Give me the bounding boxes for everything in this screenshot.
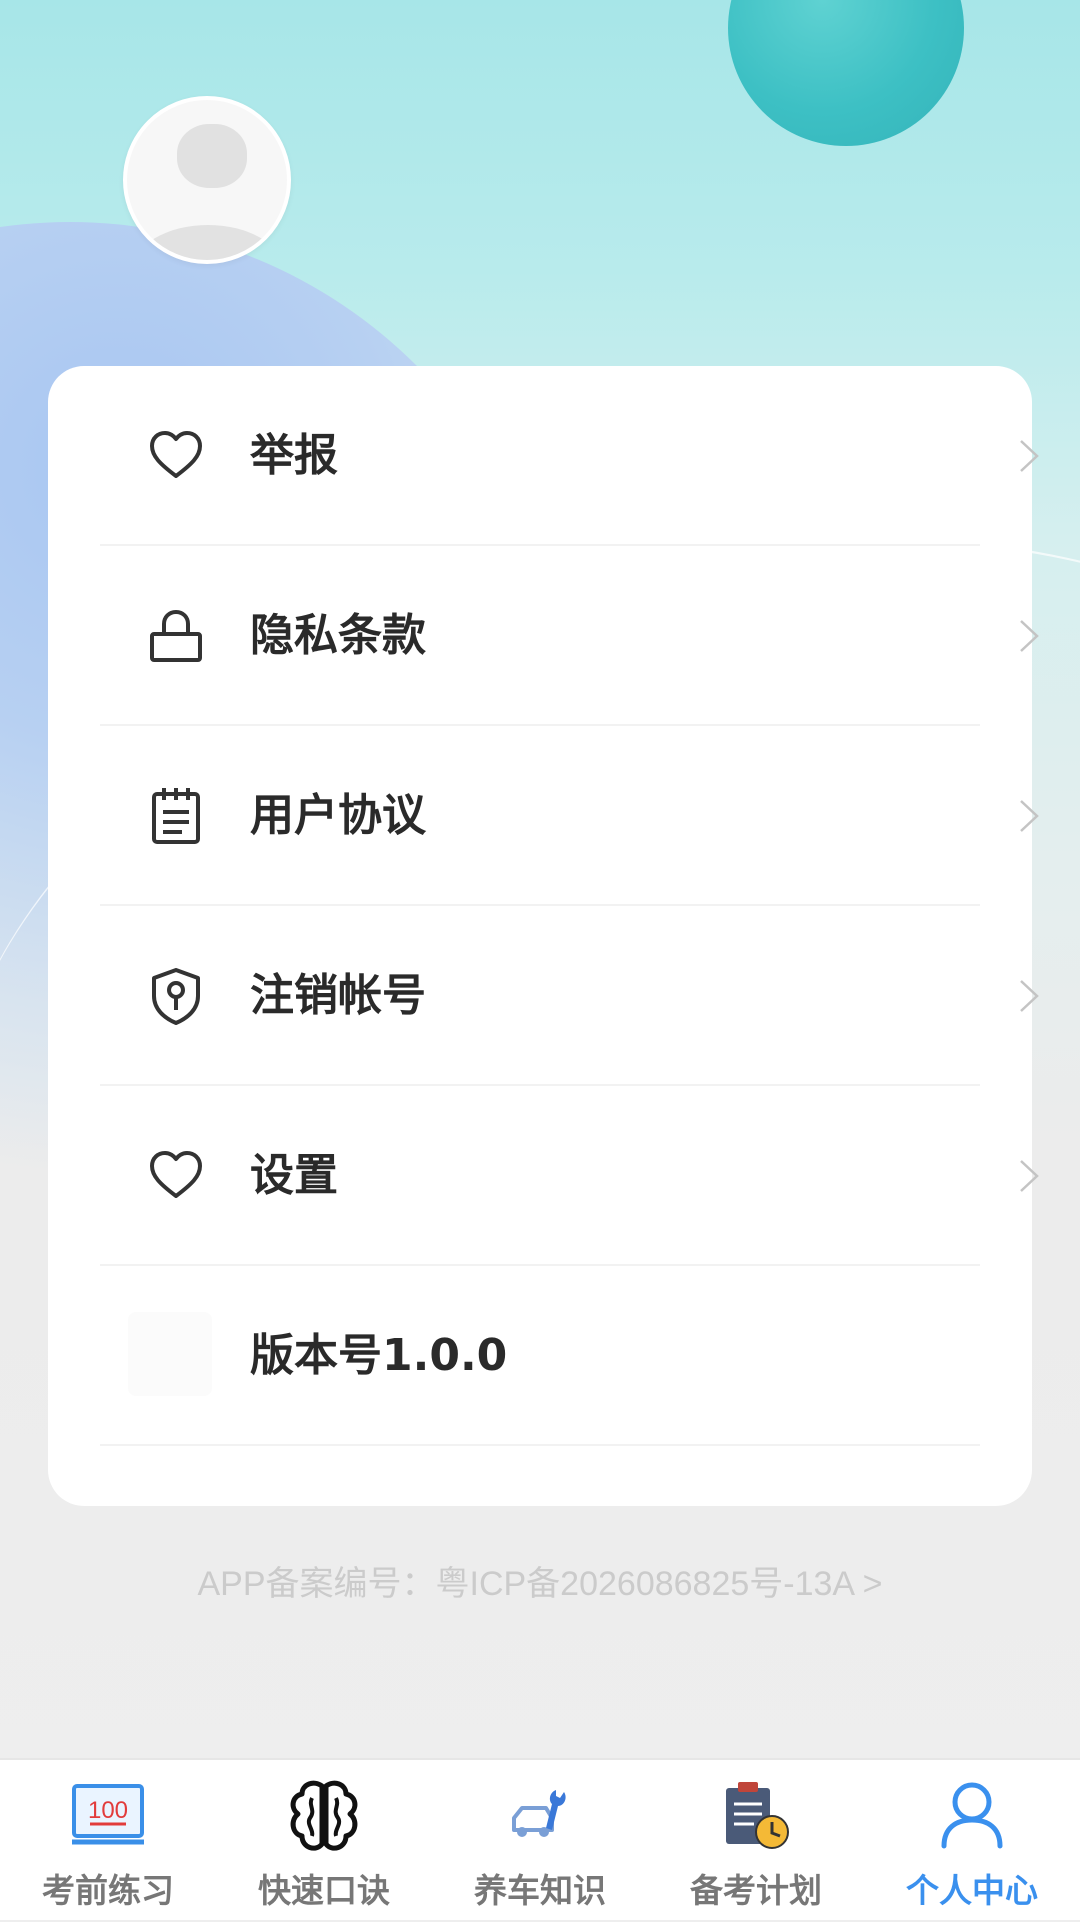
menu-item-settings[interactable]: 设置	[100, 1086, 1039, 1266]
tab-car-knowledge[interactable]: 养车知识	[432, 1760, 648, 1922]
decorative-bubble-top	[728, 0, 964, 146]
chevron-right-icon	[1020, 980, 1039, 1012]
tab-label: 快速口诀	[258, 1871, 390, 1910]
tab-practice[interactable]: 100 考前练习	[0, 1760, 216, 1922]
menu-item-report[interactable]: 举报	[100, 366, 1039, 546]
tab-formulas[interactable]: 快速口诀	[216, 1760, 432, 1922]
menu-card: 举报 隐私条款 用户协议 注销帐号 设置 版本号1.0.0	[48, 366, 1039, 1506]
chevron-right-icon	[1020, 800, 1039, 832]
menu-item-user-agreement[interactable]: 用户协议	[100, 726, 1039, 906]
chevron-right-icon	[1020, 1160, 1039, 1192]
chevron-right-icon	[1020, 440, 1039, 472]
avatar[interactable]	[123, 96, 291, 264]
icp-record-link[interactable]: APP备案编号：粤ICP备2026086825号-13A >	[0, 1556, 1080, 1605]
shield-keyhole-icon	[152, 968, 200, 1025]
chevron-right-icon	[1020, 620, 1039, 652]
menu-item-privacy[interactable]: 隐私条款	[100, 546, 1039, 726]
tab-label: 备考计划	[690, 1871, 822, 1910]
menu-item-label: 举报	[250, 430, 338, 481]
clipboard-clock-icon	[726, 1782, 789, 1849]
blank-icon	[128, 1312, 212, 1396]
tab-study-plan[interactable]: 备考计划	[648, 1760, 864, 1922]
menu-item-label: 用户协议	[250, 790, 426, 841]
person-icon	[941, 1782, 1003, 1849]
bottom-tab-bar: 100 考前练习 快速口诀 养车知识 备考计划 个人中心	[0, 1758, 1080, 1920]
lock-icon	[150, 609, 202, 662]
version-label: 版本号1.0.0	[250, 1330, 508, 1381]
tab-label: 养车知识	[474, 1871, 606, 1910]
menu-item-delete-account[interactable]: 注销帐号	[100, 906, 1039, 1086]
car-wrench-icon	[512, 1790, 566, 1837]
svg-text:100: 100	[88, 1797, 128, 1824]
heart-icon	[150, 1151, 202, 1198]
notepad-icon	[152, 788, 200, 844]
menu-item-label: 注销帐号	[250, 970, 426, 1021]
avatar-head	[177, 124, 247, 188]
brain-icon	[290, 1780, 358, 1851]
score-100-icon: 100	[72, 1784, 144, 1845]
menu-item-label: 隐私条款	[250, 610, 426, 661]
avatar-body	[133, 225, 283, 260]
tab-label: 考前练习	[42, 1871, 174, 1910]
menu-item-version: 版本号1.0.0	[100, 1266, 980, 1446]
menu-item-label: 设置	[250, 1150, 338, 1201]
heart-icon	[150, 431, 202, 478]
tab-label: 个人中心	[906, 1871, 1038, 1910]
tab-personal-center[interactable]: 个人中心	[864, 1760, 1080, 1922]
